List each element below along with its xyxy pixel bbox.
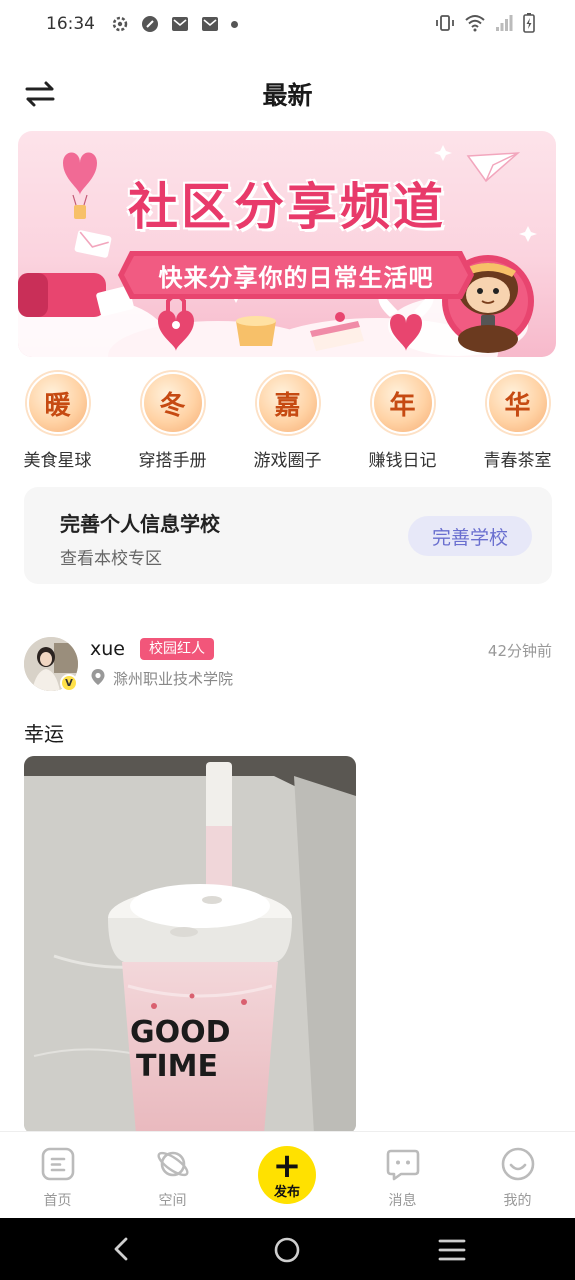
- channel-badge: 冬: [141, 372, 204, 434]
- mail-icon: [202, 17, 218, 31]
- message-icon: [386, 1149, 419, 1181]
- channel-badge: 年: [371, 372, 434, 434]
- channel-badge: 暖: [26, 372, 89, 434]
- profile-card-title: 完善个人信息学校: [60, 512, 220, 536]
- verified-badge-icon: V: [60, 674, 78, 692]
- channel-label: 游戏圈子: [253, 451, 322, 471]
- profile-card-subtitle: 查看本校专区: [60, 549, 162, 569]
- tab-publish[interactable]: + 发布: [230, 1132, 345, 1218]
- channel-money[interactable]: 年 赚钱日记: [345, 372, 460, 472]
- plus-icon: +: [272, 1145, 302, 1186]
- bottom-tab-bar: 首页 空间 + 发布 消息 我的: [0, 1131, 575, 1218]
- header: 最新: [0, 62, 575, 126]
- status-bar: 16:34: [0, 0, 575, 48]
- planet-icon: [156, 1151, 189, 1177]
- publish-button[interactable]: + 发布: [258, 1146, 316, 1204]
- menu-icon[interactable]: [438, 1238, 466, 1262]
- home-circle-icon[interactable]: [273, 1236, 301, 1264]
- smile-icon: [501, 1147, 534, 1181]
- channel-row: 暖 美食星球 冬 穿搭手册 嘉 游戏圈子 年 赚钱日记 华 青春茶室: [0, 372, 575, 472]
- post-time: 42分钟前: [487, 642, 552, 660]
- channel-outfit[interactable]: 冬 穿搭手册: [115, 372, 230, 472]
- banner-subtitle-ribbon: 快来分享你的日常生活吧: [116, 247, 476, 303]
- post-school: 滁州职业技术学院: [113, 670, 234, 688]
- vibrate-icon: [436, 15, 454, 31]
- tab-mine[interactable]: 我的: [460, 1132, 575, 1218]
- channel-label: 赚钱日记: [368, 451, 437, 471]
- location-pin-icon: [91, 669, 105, 685]
- post-image[interactable]: GOOD TIME: [24, 756, 356, 1134]
- status-time: 16:34: [46, 14, 95, 34]
- banner-title: 社区分享频道: [128, 178, 446, 236]
- svg-text:GOOD: GOOD: [130, 1015, 231, 1050]
- page-title: 最新: [262, 81, 313, 110]
- school-profile-card[interactable]: 完善个人信息学校 查看本校专区 完善学校: [24, 487, 552, 584]
- home-icon: [41, 1147, 74, 1181]
- post-text: 幸运: [24, 722, 64, 746]
- post-username[interactable]: xue: [90, 638, 125, 660]
- status-left: 16:34: [46, 14, 238, 34]
- channel-tea[interactable]: 华 青春茶室: [460, 372, 575, 472]
- battery-charging-icon: [523, 13, 535, 33]
- community-banner[interactable]: 社区分享频道 快来分享你的日常生活吧: [18, 131, 556, 357]
- post-header: V xue 校园红人 滁州职业技术学院 42分钟前: [24, 634, 552, 694]
- tab-label: 消息: [388, 1193, 417, 1209]
- complete-school-button[interactable]: 完善学校: [408, 516, 532, 556]
- mail-icon: [172, 17, 188, 31]
- tab-label: 首页: [43, 1193, 72, 1209]
- user-tag-badge: 校园红人: [140, 638, 214, 660]
- tab-label: 空间: [158, 1193, 187, 1209]
- channel-label: 美食星球: [23, 451, 92, 471]
- publish-label: 发布: [273, 1184, 300, 1200]
- wifi-icon: [465, 15, 485, 32]
- channel-badge: 嘉: [256, 372, 319, 434]
- shield-icon: [142, 16, 158, 32]
- status-right: [435, 13, 535, 33]
- channel-food[interactable]: 暖 美食星球: [0, 372, 115, 472]
- banner-decoration: [18, 145, 537, 357]
- settings-icon: [112, 16, 128, 32]
- tab-label: 我的: [503, 1193, 532, 1209]
- notification-dot-icon: [231, 20, 238, 28]
- tab-home[interactable]: 首页: [0, 1132, 115, 1218]
- system-nav-bar: [0, 1218, 575, 1280]
- tab-space[interactable]: 空间: [115, 1132, 230, 1218]
- tab-messages[interactable]: 消息: [345, 1132, 460, 1218]
- back-icon[interactable]: [108, 1236, 134, 1262]
- channel-badge: 华: [486, 372, 549, 434]
- signal-icon: [496, 15, 513, 31]
- channel-label: 青春茶室: [483, 451, 552, 471]
- milk-tea-photo: GOOD TIME: [24, 756, 356, 1134]
- svg-text:TIME: TIME: [136, 1049, 218, 1084]
- channel-games[interactable]: 嘉 游戏圈子: [230, 372, 345, 472]
- channel-label: 穿搭手册: [138, 451, 207, 471]
- banner-subtitle: 快来分享你的日常生活吧: [158, 264, 434, 292]
